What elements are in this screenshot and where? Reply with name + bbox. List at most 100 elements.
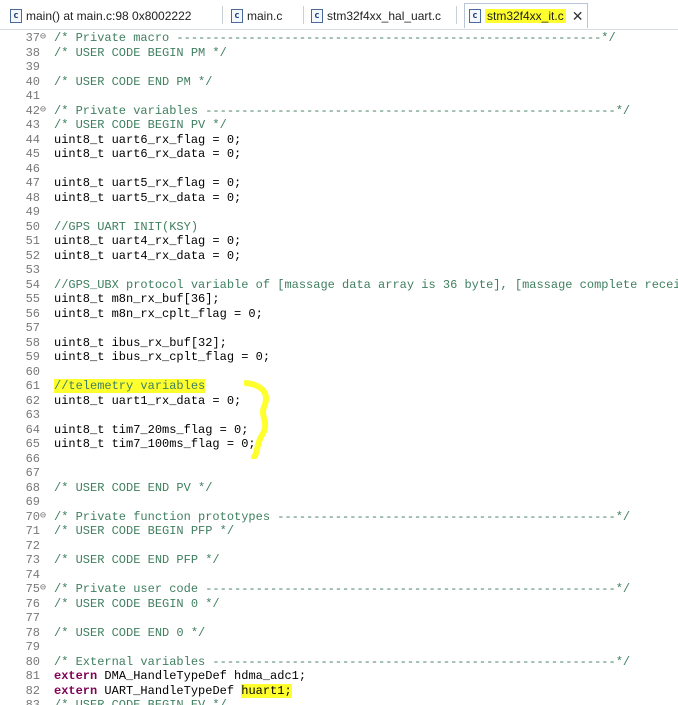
code-line[interactable]: 73 /* USER CODE END PFP */ [0,553,678,568]
code-line[interactable]: 67 [0,466,678,481]
line-number: 72 [25,538,40,553]
code-line[interactable]: 39 [0,60,678,75]
close-icon[interactable]: ✕ [572,9,584,23]
comment-token: /* External variables ------------------… [54,654,631,669]
code-line[interactable]: 72 [0,539,678,554]
code-text: //telemetry variables [54,379,206,394]
line-number: 73 [25,553,40,567]
code-line[interactable]: 57 [0,321,678,336]
code-line[interactable]: 37 ⊖/* Private macro --------------------… [0,31,678,46]
line-number: 53 [25,263,40,277]
code-line[interactable]: 76 /* USER CODE BEGIN 0 */ [0,597,678,612]
code-line[interactable]: 55 uint8_t m8n_rx_buf[36]; [0,292,678,307]
code-text: /* USER CODE BEGIN PFP */ [54,524,234,539]
code-line[interactable]: 53 [0,263,678,278]
code-line[interactable]: 75 ⊖/* Private user code ----------------… [0,582,678,597]
code-line[interactable]: 61 //telemetry variables [0,379,678,394]
code-token: uint8_t ibus_rx_buf[32]; [54,335,227,350]
code-line[interactable]: 40 /* USER CODE END PM */ [0,75,678,90]
code-text: /* USER CODE END PV */ [54,481,212,496]
line-number: 81 [25,669,40,683]
fold-toggle-icon[interactable]: ⊖ [40,510,52,525]
line-number: 69 [25,495,40,509]
fold-toggle-icon[interactable]: ⊖ [40,582,52,597]
code-token: uint8_t m8n_rx_cplt_flag = 0; [54,306,263,321]
code-text: uint8_t m8n_rx_buf[36]; [54,292,220,307]
highlighted-token: huart1; [241,683,292,698]
code-line[interactable]: 44 uint8_t uart6_rx_flag = 0; [0,133,678,148]
comment-token: /* Private macro -----------------------… [54,31,616,45]
tab-stm32f4xx-it[interactable]: c stm32f4xx_it.c ✕ [464,3,589,28]
code-line[interactable]: 43 /* USER CODE BEGIN PV */ [0,118,678,133]
code-line[interactable]: 63 [0,408,678,423]
comment-token: /* USER CODE END PFP */ [54,553,220,567]
code-line[interactable]: 77 [0,611,678,626]
c-file-icon: c [311,8,323,23]
tab-main-c[interactable]: c main.c [231,3,282,28]
line-number: 77 [25,611,40,625]
code-line[interactable]: 69 [0,495,678,510]
code-line[interactable]: 79 [0,640,678,655]
code-token: uint8_t tim7_100ms_flag = 0; [54,437,256,451]
line-number: 56 [25,306,40,321]
code-token: uint8_t uart6_rx_flag = 0; [54,132,242,147]
tab-stm32f4xx-hal-uart[interactable]: c stm32f4xx_hal_uart.c [311,3,441,28]
code-line[interactable]: 56 uint8_t m8n_rx_cplt_flag = 0; [0,307,678,322]
code-line[interactable]: 52 uint8_t uart4_rx_data = 0; [0,249,678,264]
line-number: 39 [25,60,40,74]
code-line[interactable]: 41 [0,89,678,104]
code-line[interactable]: 38 /* USER CODE BEGIN PM */ [0,46,678,61]
highlight-bracket-mark [244,380,269,459]
line-number: 41 [25,89,40,103]
code-line[interactable]: 64 uint8_t tim7_20ms_flag = 0; [0,423,678,438]
fold-toggle-icon[interactable]: ⊖ [40,104,52,119]
code-line[interactable]: 46 [0,162,678,177]
line-number: 49 [25,205,40,219]
line-number: 42 [25,103,40,118]
code-line[interactable]: 58 uint8_t ibus_rx_buf[32]; [0,336,678,351]
code-line[interactable]: 78 /* USER CODE END 0 */ [0,626,678,641]
code-line[interactable]: 71 /* USER CODE BEGIN PFP */ [0,524,678,539]
code-line[interactable]: 47 uint8_t uart5_rx_flag = 0; [0,176,678,191]
comment-token: //telemetry variables [54,379,206,393]
code-line[interactable]: 68 /* USER CODE END PV */ [0,481,678,496]
line-number: 58 [25,335,40,350]
code-line[interactable]: 80 /* External variables ----------------… [0,655,678,670]
code-line[interactable]: 59 uint8_t ibus_rx_cplt_flag = 0; [0,350,678,365]
code-line[interactable]: 74 [0,568,678,583]
code-line[interactable]: 65 uint8_t tim7_100ms_flag = 0; [0,437,678,452]
code-editor[interactable]: 37 ⊖/* Private macro --------------------… [0,31,678,705]
comment-token: /* USER CODE BEGIN EV */ [54,698,227,705]
line-number: 68 [25,480,40,495]
tab-main-debug[interactable]: c main() at main.c:98 0x8002222 [10,3,191,28]
code-line[interactable]: 66 [0,452,678,467]
fold-toggle-icon[interactable]: ⊖ [40,31,52,46]
code-text: uint8_t uart6_rx_flag = 0; [54,133,241,148]
code-line[interactable]: 70 ⊖/* Private function prototypes ------… [0,510,678,525]
code-text: uint8_t uart6_rx_data = 0; [54,147,241,162]
line-number: 76 [25,596,40,611]
code-line[interactable]: 81 extern DMA_HandleTypeDef hdma_adc1; [0,669,678,684]
code-line[interactable]: 42 ⊖/* Private variables ----------------… [0,104,678,119]
code-line[interactable]: 54 //GPS_UBX protocol variable of [massag… [0,278,678,293]
code-line[interactable]: 82 extern UART_HandleTypeDef huart1; [0,683,678,699]
code-line[interactable]: 49 [0,205,678,220]
code-line[interactable]: 60 [0,365,678,380]
code-text: uint8_t uart5_rx_data = 0; [54,191,241,206]
code-line[interactable]: 62 uint8_t uart1_rx_data = 0; [0,394,678,409]
code-line[interactable]: 51 uint8_t uart4_rx_flag = 0; [0,234,678,249]
c-file-icon: c [231,8,243,23]
code-line[interactable]: 48 uint8_t uart5_rx_data = 0; [0,191,678,206]
comment-token: /* USER CODE BEGIN PM */ [54,45,227,60]
code-token: uint8_t uart6_rx_data = 0; [54,147,242,161]
line-number: 67 [25,466,40,480]
code-line[interactable]: 83 /* USER CODE BEGIN EV */ [0,698,678,705]
tab-divider [303,6,304,24]
tab-divider [456,6,457,24]
code-text: /* Private variables -------------------… [54,104,630,119]
code-text: //GPS UART INIT(KSY) [54,220,198,235]
code-line[interactable]: 50 //GPS UART INIT(KSY) [0,220,678,235]
code-line[interactable]: 45 uint8_t uart6_rx_data = 0; [0,147,678,162]
line-number: 50 [25,219,40,234]
comment-token: /* USER CODE END 0 */ [54,625,206,640]
